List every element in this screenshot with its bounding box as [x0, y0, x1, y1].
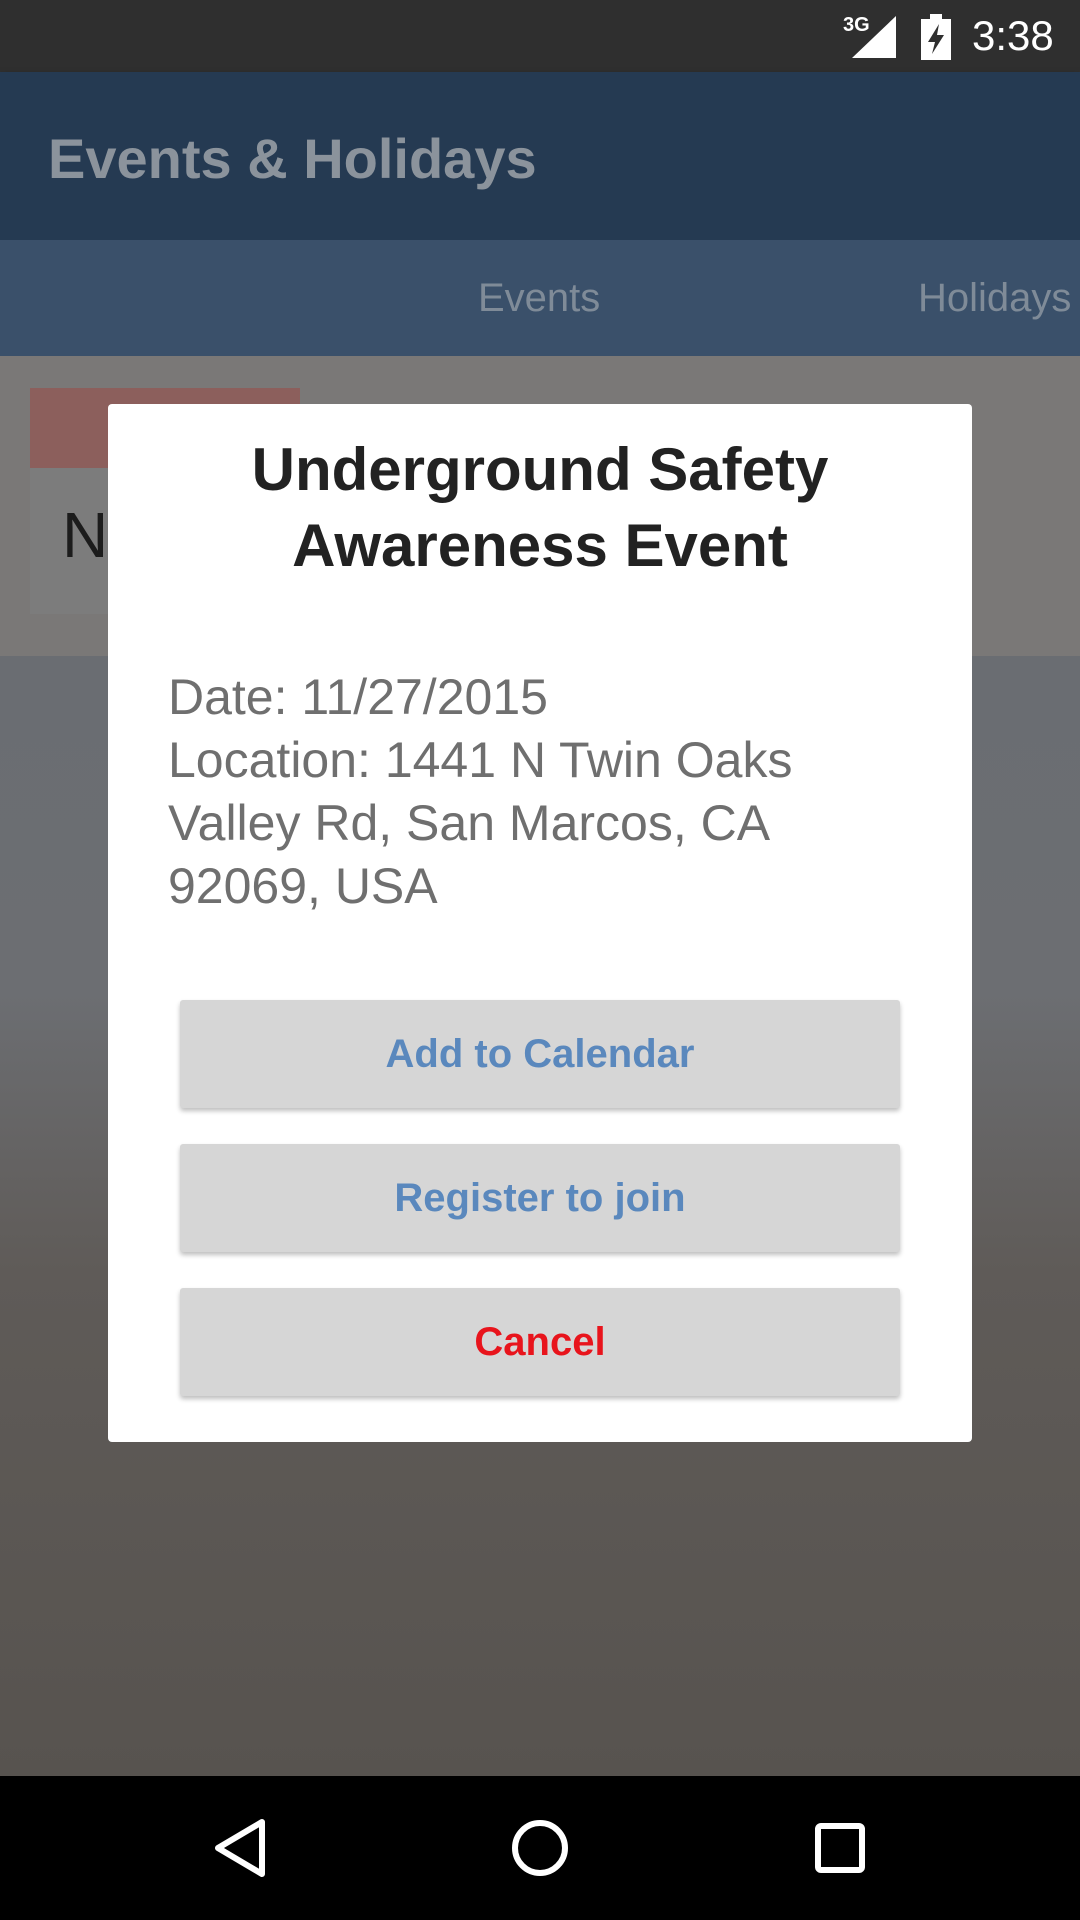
battery-charging-icon: [921, 14, 951, 60]
dialog-body: Date: 11/27/2015 Location: 1441 N Twin O…: [168, 666, 928, 918]
signal-icon: [852, 16, 896, 58]
event-dialog: Underground Safety Awareness Event Date:…: [108, 404, 972, 1442]
dialog-title: Underground Safety Awareness Event: [251, 436, 829, 579]
status-bar: 3G 3:38: [0, 0, 1080, 72]
app-bar: Events & Holidays: [0, 72, 1080, 240]
tab-events[interactable]: Events: [478, 276, 600, 321]
navigation-bar: [0, 1776, 1080, 1920]
event-location-line-2: Valley Rd, San Marcos, CA: [168, 795, 771, 851]
add-to-calendar-button[interactable]: Add to Calendar: [180, 1000, 900, 1108]
event-date: Date: 11/27/2015: [168, 669, 548, 725]
app-title: Events & Holidays: [48, 127, 537, 190]
tab-holidays[interactable]: Holidays: [918, 276, 1071, 321]
back-icon[interactable]: [204, 1812, 276, 1884]
clock: 3:38: [972, 12, 1054, 59]
event-card-letter: N: [62, 499, 109, 571]
cancel-button[interactable]: Cancel: [180, 1288, 900, 1396]
tab-bar: Events Holidays: [0, 240, 1080, 356]
recents-icon[interactable]: [804, 1812, 876, 1884]
screen: 3G 3:38 Events & Holidays Events Holiday…: [0, 0, 1080, 1920]
register-button[interactable]: Register to join: [180, 1144, 900, 1252]
event-location-line-1: Location: 1441 N Twin Oaks: [168, 732, 793, 788]
event-location-line-3: 92069, USA: [168, 858, 438, 914]
home-icon[interactable]: [504, 1812, 576, 1884]
